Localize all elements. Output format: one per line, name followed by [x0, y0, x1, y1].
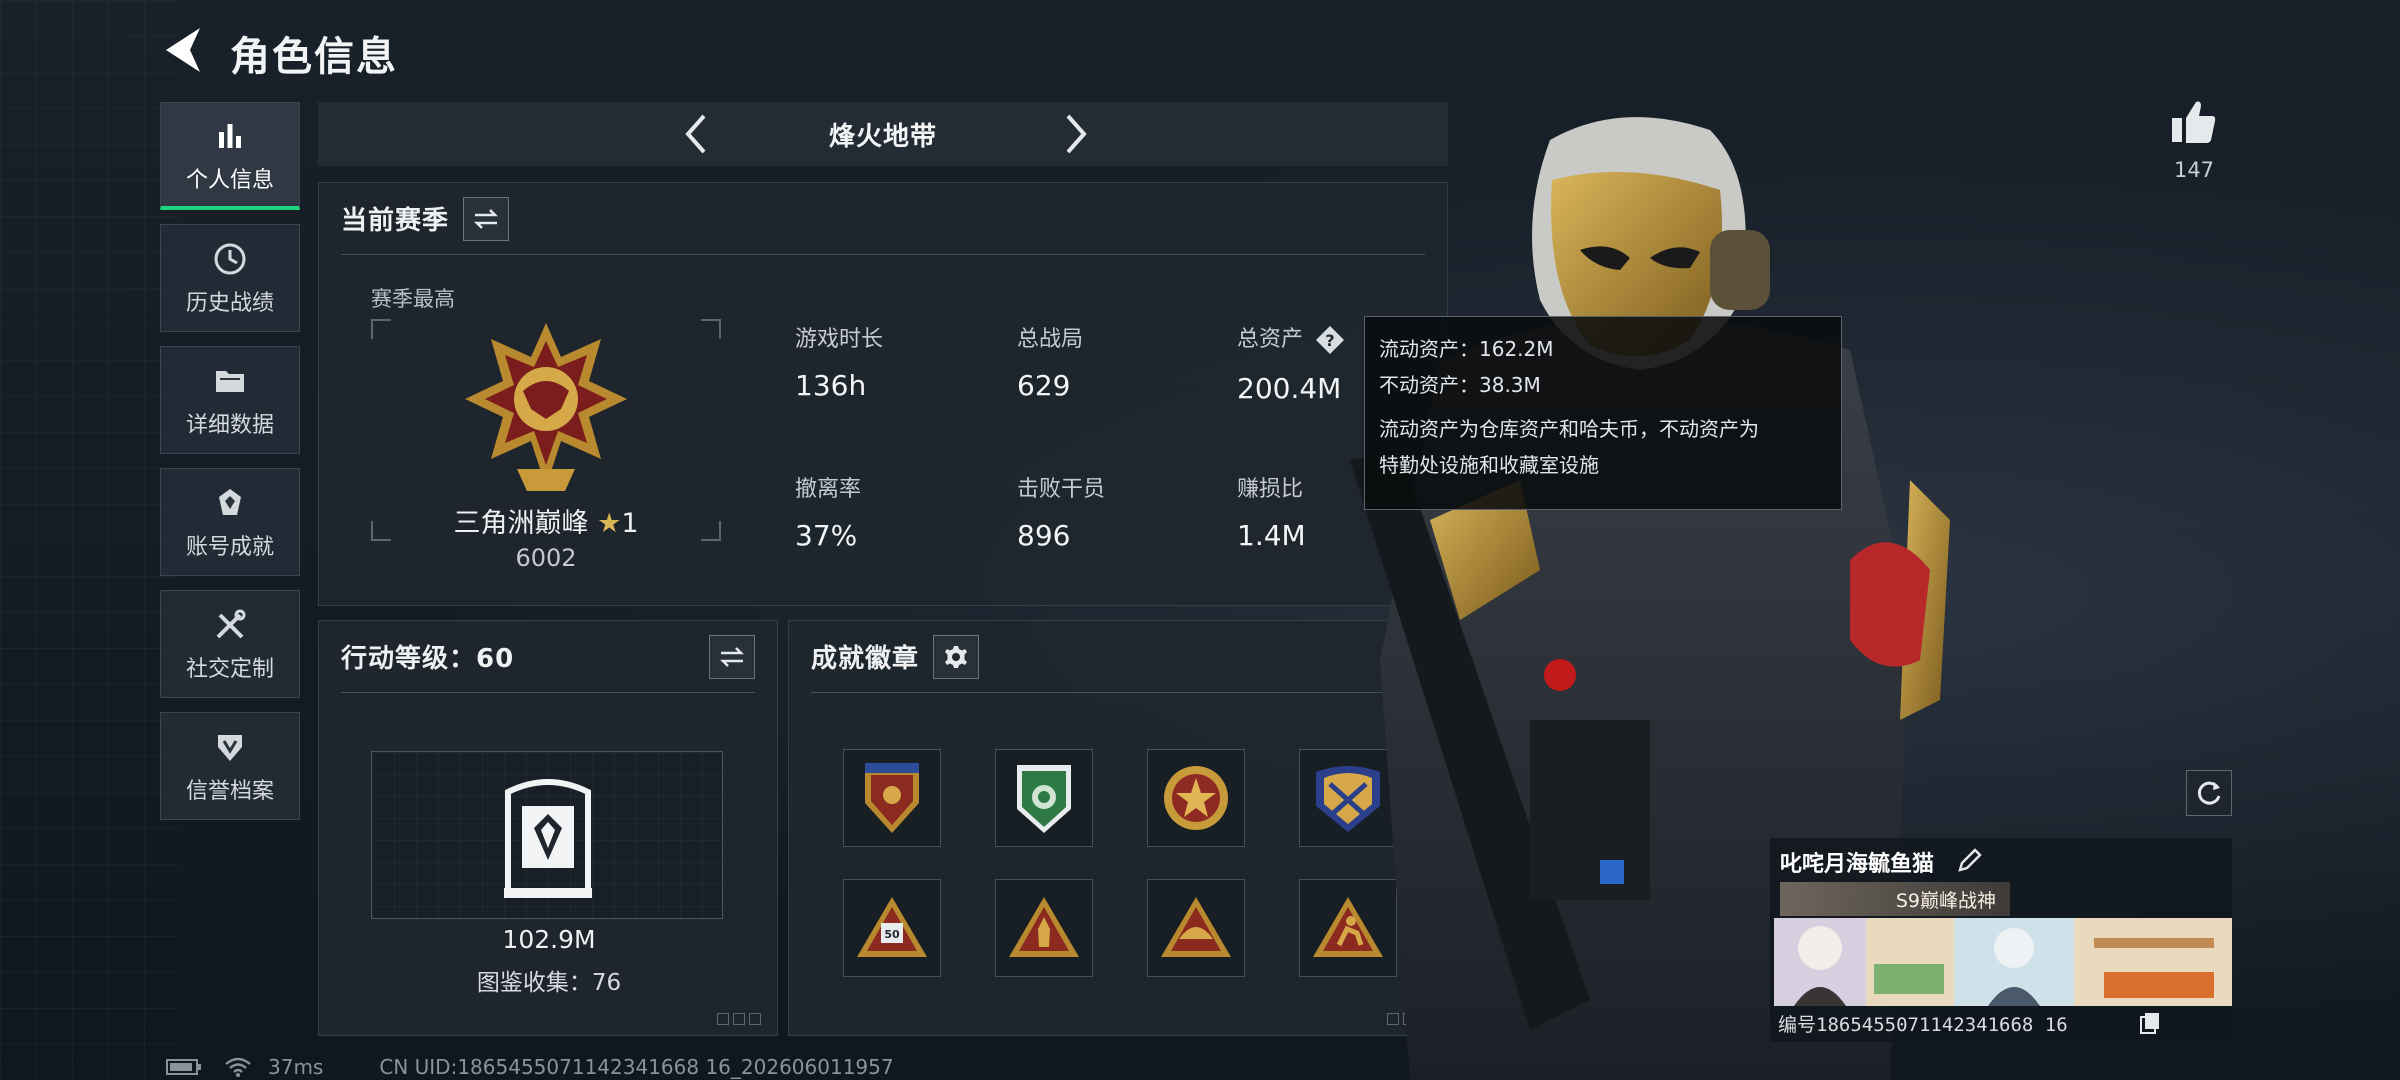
swap-icon — [719, 646, 745, 667]
assets-tooltip: 流动资产：162.2M 不动资产：38.3M 流动资产为仓库资产和哈夫币，不动资… — [1364, 316, 1842, 510]
battery-icon — [166, 1059, 201, 1075]
rank-name: 三角洲巅峰 ★1 — [453, 508, 639, 539]
nav-item-credit[interactable]: 信誉档案 — [160, 712, 300, 820]
badge-green-lion-icon — [1017, 765, 1071, 833]
action-level-header: 行动等级：60 — [341, 621, 755, 693]
player-id: 编号1865455071142341668 16 — [1778, 1014, 2068, 1036]
svg-text:50: 50 — [884, 928, 900, 941]
action-level-title: 行动等级：60 — [341, 644, 515, 674]
corner-decoration — [717, 1013, 761, 1025]
badge-triangle-cap-icon — [1161, 897, 1231, 957]
stat-play-time: 游戏时长 136h — [795, 327, 884, 402]
tooltip-liquid-assets: 流动资产：162.2M — [1379, 337, 1554, 361]
tooltip-description-2: 特勤处设施和收藏室设施 — [1379, 453, 1599, 477]
nav-label: 社交定制 — [185, 657, 274, 682]
trophy-icon — [219, 489, 241, 515]
nav-item-social[interactable]: 社交定制 — [160, 590, 300, 698]
achievement-badge-1[interactable] — [843, 749, 941, 847]
refresh-button[interactable] — [2186, 770, 2232, 816]
rank-emblem-icon — [465, 323, 627, 491]
badge-triangle-number-icon: 50 — [857, 897, 927, 957]
bar-chart-icon — [219, 123, 241, 148]
nav-label: 个人信息 — [185, 167, 274, 193]
collection-count: 图鉴收集：76 — [476, 970, 622, 996]
nav-item-details[interactable]: 详细数据 — [160, 346, 300, 454]
season-switch-button[interactable] — [463, 196, 510, 241]
collection-crest-icon — [504, 779, 592, 898]
rank-score: 6002 — [515, 544, 577, 572]
stat-total-matches: 总战局 629 — [1017, 327, 1084, 402]
uid-text: CN UID:1865455071142341668 16_2026060119… — [379, 1055, 894, 1079]
folder-icon — [216, 371, 244, 392]
player-title-banner: S9巅峰战神 — [1780, 882, 2010, 916]
nav-item-achievements[interactable]: 账号成就 — [160, 468, 300, 576]
achievement-badge-3[interactable] — [1147, 749, 1245, 847]
tooltip-fixed-assets: 不动资产：38.3M — [1379, 373, 1541, 397]
collection-crest-frame[interactable] — [371, 751, 723, 919]
achievements-title: 成就徽章 — [811, 644, 920, 674]
player-name: 叱咤月海毓鱼猫 — [1780, 852, 1935, 877]
copy-icon[interactable] — [2138, 1010, 2162, 1034]
ping-text: 37ms — [268, 1055, 324, 1079]
season-header: 当前赛季 — [341, 183, 1425, 255]
background-grid — [0, 0, 180, 1080]
nav-label: 账号成就 — [185, 535, 274, 560]
stat-extract-rate: 撤离率 37% — [795, 477, 862, 552]
star-icon: ★ — [597, 508, 622, 539]
wifi-icon — [225, 1057, 251, 1077]
like-count: 147 — [2173, 158, 2215, 182]
player-title: S9巅峰战神 — [1895, 889, 1996, 912]
tools-icon — [216, 609, 246, 639]
action-level-panel: 行动等级：60 102.9M 图鉴收集：76 — [318, 620, 778, 1036]
tooltip-description-1: 流动资产为仓库资产和哈夫币，不动资产为 — [1379, 417, 1759, 441]
achievement-badge-5[interactable]: 50 — [843, 879, 941, 977]
edit-pencil-icon[interactable] — [1956, 846, 1984, 874]
badge-star-medal-icon — [1164, 766, 1228, 830]
season-title: 当前赛季 — [341, 206, 450, 236]
refresh-icon — [2197, 781, 2221, 805]
achievement-badge-6[interactable] — [995, 879, 1093, 977]
profile-banner-image — [1774, 918, 2232, 1006]
action-level-switch-button[interactable] — [709, 634, 755, 679]
achievements-settings-button[interactable] — [933, 634, 980, 679]
achievement-badge-2[interactable] — [995, 749, 1093, 847]
nav-label: 历史战绩 — [185, 291, 274, 316]
shield-icon — [218, 735, 242, 761]
chevron-left-icon[interactable] — [674, 110, 722, 158]
page-title: 角色信息 — [230, 34, 398, 80]
thumbs-up-icon[interactable] — [2168, 96, 2220, 148]
badge-shield-red-icon — [865, 763, 919, 833]
achievement-badge-7[interactable] — [1147, 879, 1245, 977]
player-card[interactable]: 叱咤月海毓鱼猫 S9巅峰战神 编号1865455071142341668 16 — [1770, 838, 2232, 1042]
nav-item-profile[interactable]: 个人信息 — [160, 102, 300, 210]
mode-selector: 烽火地带 — [318, 102, 1448, 166]
nav-item-history[interactable]: 历史战绩 — [160, 224, 300, 332]
back-arrow-icon[interactable] — [160, 24, 206, 76]
season-panel: 当前赛季 赛季最高 三角洲巅峰 ★1 6002 游戏时长 136h 总战局 62… — [318, 182, 1448, 606]
status-bar: 37ms CN UID:1865455071142341668 16_20260… — [166, 1054, 894, 1080]
action-amount: 102.9M — [502, 925, 596, 954]
nav-label: 详细数据 — [185, 413, 274, 438]
mode-title: 烽火地带 — [828, 121, 937, 152]
stat-kills: 击败干员 896 — [1017, 477, 1106, 552]
swap-icon — [473, 208, 499, 229]
season-best-label: 赛季最高 — [371, 287, 455, 311]
gear-icon — [945, 645, 968, 668]
chevron-right-icon[interactable] — [1050, 110, 1098, 158]
badge-triangle-figure-icon — [1009, 897, 1079, 957]
nav-label: 信誉档案 — [185, 779, 274, 804]
clock-icon — [214, 243, 246, 275]
